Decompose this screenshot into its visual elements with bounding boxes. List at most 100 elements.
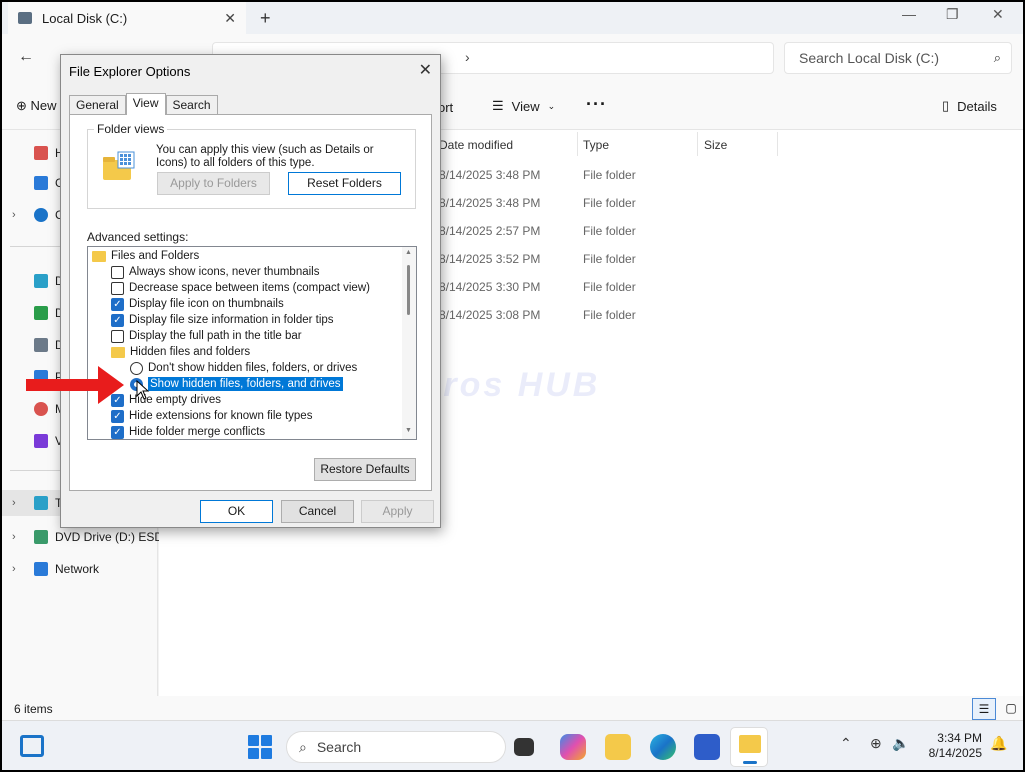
setting-label: Decrease space between items (compact vi… [129,282,370,294]
checkbox[interactable] [111,265,124,279]
clock-date: 8/14/2025 [928,746,982,760]
sidebar-item-label: Network [55,562,100,576]
advanced-settings-tree[interactable]: Files and Folders Always show icons, nev… [87,246,417,440]
tab-search[interactable]: Search [165,95,218,115]
setting-hide-extensions[interactable]: ✓ Hide extensions for known file types [111,408,312,424]
setting-hide-empty-drives[interactable]: ✓ Hide empty drives [111,392,221,408]
apply-to-folders-button[interactable]: Apply to Folders [157,172,270,195]
new-label: New [30,98,57,113]
new-button[interactable]: ⊕ New [16,98,57,114]
row-type: File folder [583,308,636,322]
setting-compact-view[interactable]: Decrease space between items (compact vi… [111,280,370,296]
notifications-icon[interactable]: 🔔 [990,735,1007,752]
checkbox-checked[interactable]: ✓ [111,425,124,439]
tab-general[interactable]: General [69,95,126,115]
gallery-icon [34,176,48,190]
new-tab-button[interactable]: + [260,8,271,29]
window-close-button[interactable]: ✕ [992,6,1004,23]
system-clock[interactable]: 3:34 PM 8/14/2025 [922,731,982,761]
reset-folders-button[interactable]: Reset Folders [288,172,401,195]
details-pane-button[interactable]: ▯ Details [942,98,997,114]
apply-button[interactable]: Apply [361,500,434,523]
restore-defaults-button[interactable]: Restore Defaults [314,458,416,481]
ok-button[interactable]: OK [200,500,273,523]
column-divider[interactable] [777,132,778,156]
row-date: 8/14/2025 3:48 PM [439,168,541,182]
chevron-up-icon[interactable]: ⌃ [840,735,852,752]
folder-views-group: Folder views You can apply this view (su… [87,122,416,209]
column-divider[interactable] [577,132,578,156]
start-logo-tile [261,735,272,746]
tab-view[interactable]: View [125,93,166,115]
clock-time: 3:34 PM [937,731,982,745]
scroll-thumb[interactable] [407,265,410,315]
setting-full-path-title[interactable]: Display the full path in the title bar [111,328,302,344]
dialog-close-button[interactable]: ✕ [419,60,432,80]
drive-icon [18,12,32,24]
chevron-down-icon: ⌄ [547,100,556,111]
dialog-title: File Explorer Options [69,64,191,79]
network-status-icon[interactable]: ⊕ [870,735,882,752]
start-button[interactable] [248,735,272,759]
taskbar-search-label: Search [316,739,362,755]
details-view-icon[interactable]: ☰ [972,698,996,720]
column-size[interactable]: Size [704,138,727,152]
edge-icon[interactable] [650,734,676,760]
checkbox-checked[interactable]: ✓ [111,297,124,311]
home-icon [34,146,48,160]
taskbar: ⌕ Search ⌃ ⊕ 🔈 3:34 PM 8/14/2025 🔔 [2,720,1023,770]
minimize-button[interactable]: — [902,6,916,22]
column-type[interactable]: Type [583,138,609,152]
column-date-modified[interactable]: Date modified [439,138,513,152]
tab-close-icon[interactable]: ✕ [224,10,236,27]
chevron-right-icon[interactable]: › [12,497,16,509]
row-date: 8/14/2025 2:57 PM [439,224,541,238]
tab-title: Local Disk (C:) [42,10,128,26]
column-divider[interactable] [697,132,698,156]
folder-icon [111,346,125,358]
more-options-button[interactable]: ··· [586,94,607,115]
details-label: Details [957,98,997,114]
maximize-button[interactable]: ❐ [946,6,959,23]
chevron-right-icon[interactable]: › [12,209,16,221]
scroll-up-icon[interactable]: ▲ [405,249,412,256]
checkbox-checked[interactable]: ✓ [111,313,124,327]
setting-hide-merge-conflicts[interactable]: ✓ Hide folder merge conflicts [111,424,265,439]
task-view-icon[interactable] [514,738,534,756]
back-arrow-icon[interactable]: ← [18,48,34,66]
setting-file-icon-thumbnails[interactable]: ✓ Display file icon on thumbnails [111,296,284,312]
desktop-screen: Local Disk (C:) ✕ + — ❐ ✕ ← › Search Loc… [2,2,1023,770]
copilot-icon[interactable] [560,734,586,760]
checkbox-checked[interactable]: ✓ [111,409,124,423]
start-logo-tile [248,735,259,746]
view-button[interactable]: ☰ View ⌄ [492,98,555,114]
setting-dont-show-hidden[interactable]: Don't show hidden files, folders, or dri… [130,360,357,376]
checkbox[interactable] [111,281,124,295]
store-icon[interactable] [694,734,720,760]
setting-file-size-tips[interactable]: ✓ Display file size information in folde… [111,312,334,328]
widgets-icon[interactable] [20,735,44,757]
volume-icon[interactable]: 🔈 [892,735,909,752]
file-explorer-icon[interactable] [605,734,631,760]
search-input[interactable]: Search Local Disk (C:) ⌕ [784,42,1012,74]
chevron-right-icon[interactable]: › [12,531,16,543]
tree-scrollbar[interactable]: ▲ ▼ [402,247,416,439]
active-app-explorer[interactable] [730,727,768,767]
checkbox[interactable] [111,329,124,343]
explorer-tab[interactable]: Local Disk (C:) ✕ [8,2,246,34]
start-logo-tile [248,748,259,759]
sidebar-item-network[interactable]: › Network [2,556,158,582]
tree-folder-files-and-folders: Files and Folders [92,248,199,264]
setting-label: Display file size information in folder … [129,314,334,326]
setting-show-hidden[interactable]: Show hidden files, folders, and drives [130,376,343,392]
tree-folder-hidden-files: Hidden files and folders [111,344,250,360]
taskbar-search[interactable]: ⌕ Search [286,731,506,763]
scroll-down-icon[interactable]: ▼ [405,427,412,434]
tree-folder-label: Files and Folders [111,250,200,262]
radio-button[interactable] [130,361,143,375]
tiles-view-icon[interactable]: ▢ [999,698,1023,720]
setting-always-show-icons[interactable]: Always show icons, never thumbnails [111,264,319,280]
setting-label: Don't show hidden files, folders, or dri… [148,362,358,374]
chevron-right-icon[interactable]: › [12,563,16,575]
cancel-button[interactable]: Cancel [281,500,354,523]
